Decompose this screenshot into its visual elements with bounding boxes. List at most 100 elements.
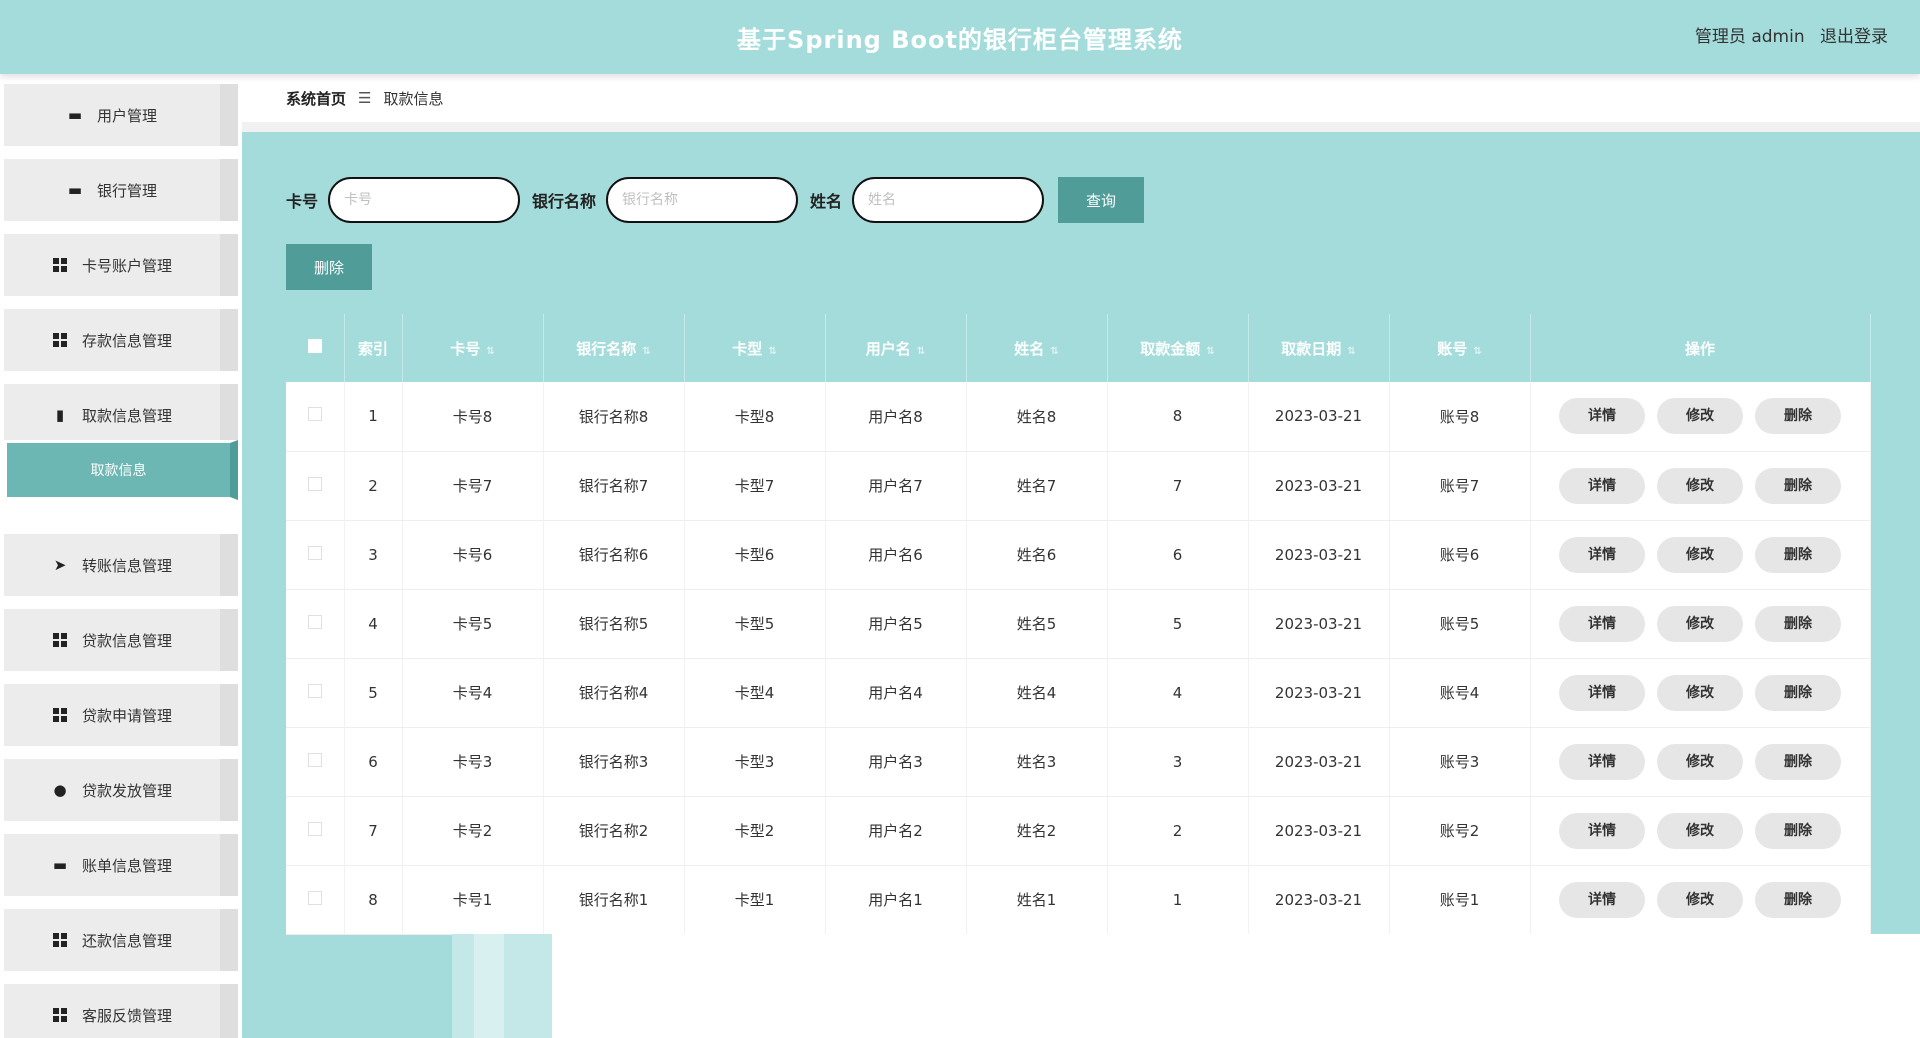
app-title: 基于Spring Boot的银行柜台管理系统 bbox=[737, 26, 1183, 54]
row-delete-button[interactable]: 删除 bbox=[1755, 881, 1841, 918]
sort-icon[interactable]: ⇅ bbox=[642, 346, 650, 357]
row-checkbox[interactable] bbox=[307, 614, 322, 629]
clipboard-icon: ▮ bbox=[55, 406, 65, 424]
table-cell: 姓名2 bbox=[966, 796, 1108, 866]
sidebar-item-2[interactable]: ▬ 银行管理 bbox=[4, 159, 238, 221]
table-cell: 6 bbox=[1107, 520, 1249, 590]
detail-button[interactable]: 详情 bbox=[1559, 881, 1645, 918]
table-cell: 1 bbox=[1107, 865, 1249, 935]
row-checkbox[interactable] bbox=[307, 752, 322, 767]
row-checkbox[interactable] bbox=[307, 821, 322, 836]
row-delete-button[interactable]: 删除 bbox=[1755, 536, 1841, 573]
detail-button[interactable]: 详情 bbox=[1559, 605, 1645, 642]
column-header[interactable]: 取款日期 ⇅ bbox=[1248, 314, 1390, 382]
sidebar-item-label: 贷款信息管理 bbox=[81, 631, 172, 650]
detail-button[interactable]: 详情 bbox=[1559, 812, 1645, 849]
row-checkbox[interactable] bbox=[307, 407, 322, 422]
detail-button[interactable]: 详情 bbox=[1559, 743, 1645, 780]
logout-link[interactable]: 退出登录 bbox=[1820, 27, 1888, 47]
sidebar-item-7[interactable]: 贷款信息管理 bbox=[4, 609, 238, 671]
row-delete-button[interactable]: 删除 bbox=[1755, 398, 1841, 435]
edit-button[interactable]: 修改 bbox=[1657, 881, 1743, 918]
table-cell: 7 bbox=[344, 796, 403, 866]
sidebar-item-11[interactable]: 还款信息管理 bbox=[4, 909, 238, 971]
row-delete-button[interactable]: 删除 bbox=[1755, 467, 1841, 504]
edit-button[interactable]: 修改 bbox=[1657, 467, 1743, 504]
row-delete-button[interactable]: 删除 bbox=[1755, 674, 1841, 711]
column-header[interactable]: 姓名 ⇅ bbox=[966, 314, 1108, 382]
column-header[interactable]: 卡号 ⇅ bbox=[402, 314, 544, 382]
table-cell: 卡号8 bbox=[402, 382, 544, 452]
table-cell: 卡型6 bbox=[684, 520, 826, 590]
sidebar-item-8[interactable]: 贷款申请管理 bbox=[4, 684, 238, 746]
sort-icon[interactable]: ⇅ bbox=[1206, 346, 1214, 357]
name-input[interactable] bbox=[852, 177, 1045, 223]
sort-icon[interactable]: ⇅ bbox=[768, 346, 776, 357]
sort-icon[interactable]: ⇅ bbox=[917, 346, 925, 357]
row-delete-button[interactable]: 删除 bbox=[1755, 812, 1841, 849]
row-checkbox[interactable] bbox=[307, 476, 322, 491]
top-header: 基于Spring Boot的银行柜台管理系统 管理员 admin 退出登录 bbox=[0, 0, 1920, 74]
batch-delete-button[interactable]: 删除 bbox=[286, 244, 372, 290]
row-delete-button[interactable]: 删除 bbox=[1755, 743, 1841, 780]
sort-icon[interactable]: ⇅ bbox=[1347, 346, 1355, 357]
sort-icon[interactable]: ⇅ bbox=[1473, 346, 1481, 357]
column-header[interactable]: 取款金额 ⇅ bbox=[1107, 314, 1249, 382]
sidebar-item-6[interactable]: ➤ 转账信息管理 bbox=[4, 534, 238, 596]
detail-button[interactable]: 详情 bbox=[1559, 398, 1645, 435]
grid-icon bbox=[52, 1007, 68, 1023]
sidebar-item-10[interactable]: ▬ 账单信息管理 bbox=[4, 834, 238, 896]
sidebar-item-label: 贷款申请管理 bbox=[81, 706, 172, 725]
column-header[interactable]: 用户名 ⇅ bbox=[825, 314, 967, 382]
detail-button[interactable]: 详情 bbox=[1559, 467, 1645, 504]
sidebar-item-9[interactable]: ● 贷款发放管理 bbox=[4, 759, 238, 821]
edit-button[interactable]: 修改 bbox=[1657, 398, 1743, 435]
grid-icon bbox=[52, 257, 68, 273]
sidebar-item-3[interactable]: 卡号账户管理 bbox=[4, 234, 238, 296]
row-delete-button[interactable]: 删除 bbox=[1755, 605, 1841, 642]
column-header-label: 取款金额 bbox=[1140, 339, 1201, 358]
sort-icon[interactable]: ⇅ bbox=[486, 346, 494, 357]
breadcrumb-home[interactable]: 系统首页 bbox=[286, 88, 346, 109]
row-select-cell bbox=[286, 451, 345, 521]
table-cell: 卡型1 bbox=[684, 865, 826, 935]
grid-icon bbox=[52, 932, 68, 948]
sidebar-item-label: 贷款发放管理 bbox=[81, 781, 172, 800]
sort-icon[interactable]: ⇅ bbox=[1050, 346, 1058, 357]
table-cell: 姓名4 bbox=[966, 658, 1108, 728]
table-row: 3 卡号6 银行名称6 卡型6 用户名6 姓名6 6 2023-03-21 账号6 详情 修改 删除 bbox=[286, 520, 1871, 590]
card-input[interactable] bbox=[328, 177, 521, 223]
column-header[interactable]: 账号 ⇅ bbox=[1389, 314, 1531, 382]
sidebar-item-12[interactable]: 客服反馈管理 bbox=[4, 984, 238, 1038]
select-all-checkbox[interactable] bbox=[307, 339, 322, 353]
edit-button[interactable]: 修改 bbox=[1657, 743, 1743, 780]
row-actions: 详情 修改 删除 bbox=[1530, 451, 1871, 521]
sidebar-item-1[interactable]: ▬ 用户管理 bbox=[4, 84, 238, 146]
table-cell: 银行名称3 bbox=[543, 727, 685, 797]
edit-button[interactable]: 修改 bbox=[1657, 812, 1743, 849]
column-header[interactable]: 卡型 ⇅ bbox=[684, 314, 826, 382]
detail-button[interactable]: 详情 bbox=[1559, 536, 1645, 573]
detail-button[interactable]: 详情 bbox=[1559, 674, 1645, 711]
sidebar-item-4[interactable]: 存款信息管理 bbox=[4, 309, 238, 371]
sidebar-item-5[interactable]: ▮ 取款信息管理 bbox=[4, 384, 238, 446]
sidebar-subitem-active[interactable]: 取款信息 bbox=[4, 440, 238, 500]
withdrawal-table: 索引 卡号 ⇅ 银行名称 ⇅ 卡型 ⇅ 用户名 ⇅ 姓名 ⇅ 取款金额 ⇅ 取款日期 ⇅ 账号 ⇅ 操作 1 卡号8… bbox=[286, 314, 1871, 935]
row-checkbox[interactable] bbox=[307, 890, 322, 905]
table-body: 1 卡号8 银行名称8 卡型8 用户名8 姓名8 8 2023-03-21 账号8 详情 修改 删除 2… bbox=[286, 382, 1871, 935]
table-cell: 卡型5 bbox=[684, 589, 826, 659]
edit-button[interactable]: 修改 bbox=[1657, 536, 1743, 573]
column-header: 操作 bbox=[1530, 314, 1871, 382]
bank-input[interactable] bbox=[606, 177, 799, 223]
table-cell: 银行名称2 bbox=[543, 796, 685, 866]
table-cell: 账号2 bbox=[1389, 796, 1531, 866]
query-button[interactable]: 查询 bbox=[1058, 177, 1145, 223]
edit-button[interactable]: 修改 bbox=[1657, 605, 1743, 642]
column-header-label: 银行名称 bbox=[576, 339, 637, 358]
edit-button[interactable]: 修改 bbox=[1657, 674, 1743, 711]
table-cell: 卡型7 bbox=[684, 451, 826, 521]
row-checkbox[interactable] bbox=[307, 545, 322, 560]
column-header[interactable]: 银行名称 ⇅ bbox=[543, 314, 685, 382]
row-checkbox[interactable] bbox=[307, 683, 322, 698]
row-actions: 详情 修改 删除 bbox=[1530, 658, 1871, 728]
